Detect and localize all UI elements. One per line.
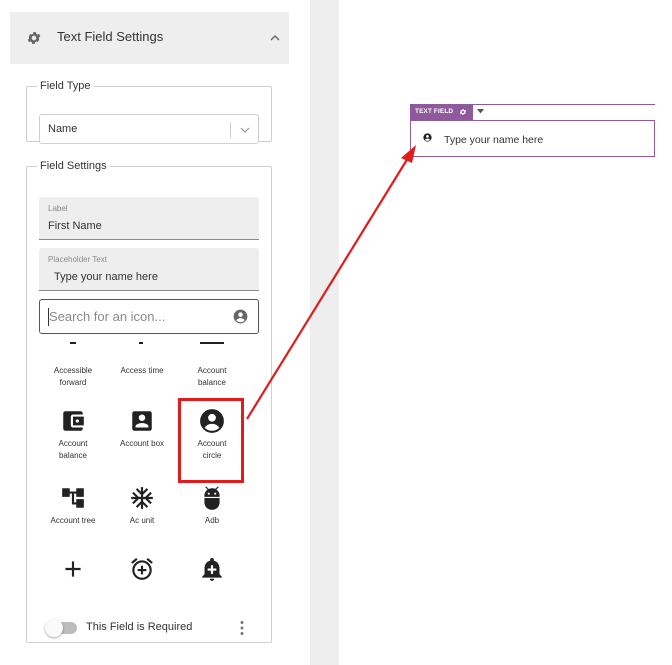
field-type-select[interactable]: Name [39, 114, 259, 144]
icon-tile-label: balance [197, 378, 227, 387]
add-icon [65, 561, 81, 577]
field-type-tag-label: TEXT FIELD [415, 108, 454, 115]
label-field-caption: Label [48, 204, 68, 213]
icon-tile-label: Account [58, 439, 88, 448]
account-tree-icon [62, 488, 84, 508]
account-box-icon [132, 411, 152, 431]
label-field-value: First Name [48, 220, 102, 232]
icon-tile-add-alert[interactable] [178, 556, 246, 582]
icon-search-input[interactable]: Search for an icon... [39, 299, 259, 334]
icon-tile-account-tree[interactable]: Account tree [39, 485, 107, 527]
icon-tile-label: Account tree [50, 516, 96, 525]
account-circle-icon [233, 309, 248, 324]
field-type-group: Field Type Name [26, 80, 272, 144]
field-settings-legend: Field Settings [40, 160, 107, 172]
icon-tile-access-time[interactable]: Access time [108, 361, 176, 377]
adb-icon [204, 486, 220, 510]
field-type-tag[interactable]: TEXT FIELD [410, 104, 473, 120]
placeholder-field[interactable]: Placeholder Text Type your name here [39, 248, 259, 291]
toggle-knob [45, 619, 63, 637]
field-type-value: Name [48, 123, 78, 135]
icon-tile-label: Adb [204, 516, 220, 525]
required-label: This Field is Required [86, 621, 193, 633]
field-type-legend: Field Type [40, 80, 91, 92]
account-circle-icon [423, 133, 432, 142]
placeholder-field-caption: Placeholder Text [48, 255, 107, 264]
panel-header[interactable]: Text Field Settings [10, 12, 289, 64]
icon-tile-label: Account [197, 366, 227, 375]
add-alert-icon [202, 558, 222, 581]
chevron-down-icon[interactable] [239, 125, 251, 135]
icon-tile-label: Access time [120, 366, 164, 375]
icon-search-placeholder: Search for an icon... [49, 309, 166, 324]
gear-icon [27, 32, 41, 44]
add-alarm-icon [131, 557, 153, 580]
field-settings-group: Field Settings Label First Name Placehol… [26, 160, 272, 643]
icon-tile-add-alarm[interactable] [108, 556, 176, 582]
icon-tile-label: Accessible [53, 366, 93, 375]
app-root: Text Field Settings Field Type Name Fiel… [0, 0, 672, 665]
ac-unit-icon [131, 487, 153, 509]
preview-placeholder: Type your name here [444, 134, 544, 146]
label-field[interactable]: Label First Name [39, 197, 259, 240]
icon-tile-adb[interactable]: Adb [178, 485, 246, 527]
required-toggle-row: This Field is Required [43, 614, 263, 642]
settings-panel: Text Field Settings Field Type Name Fiel… [0, 0, 298, 665]
icon-tile-label: Ac unit [129, 516, 155, 525]
scrolled-icon-fragment [200, 342, 224, 344]
scrolled-icon-fragment [139, 342, 143, 344]
select-divider [230, 122, 231, 138]
icon-tile-label: forward [59, 378, 87, 387]
icon-tile-account-box[interactable]: Account box [108, 408, 176, 450]
more-vert-icon[interactable] [240, 620, 244, 636]
chevron-up-icon[interactable] [269, 33, 281, 43]
preview-top-border [410, 104, 655, 105]
icon-tile-account-balance-wallet[interactable]: Account balance [39, 408, 107, 462]
icon-tile-account-balance[interactable]: Account balance [178, 361, 246, 389]
required-toggle[interactable] [45, 619, 77, 637]
icon-tile-add[interactable] [39, 556, 107, 582]
panel-title: Text Field Settings [57, 29, 164, 44]
text-field-preview[interactable]: TEXT FIELD Type your name here [410, 104, 655, 158]
preview-input[interactable]: Type your name here [410, 120, 655, 157]
panel-scrollbar[interactable] [310, 0, 339, 665]
icon-tile-accessible-forward[interactable]: Accessible forward [39, 361, 107, 389]
icon-tile-label: Account box [119, 439, 165, 448]
gear-icon[interactable] [459, 108, 467, 116]
placeholder-field-value: Type your name here [54, 271, 158, 283]
account-balance-wallet-icon [63, 411, 84, 431]
icon-tile-ac-unit[interactable]: Ac unit [108, 485, 176, 527]
scrolled-icon-fragment [70, 342, 76, 344]
icon-tile-label: balance [58, 451, 88, 460]
selected-icon-highlight [178, 398, 244, 483]
icon-grid[interactable]: Accessible forward Access time Account b… [30, 342, 268, 610]
caret-down-icon[interactable] [477, 109, 484, 114]
